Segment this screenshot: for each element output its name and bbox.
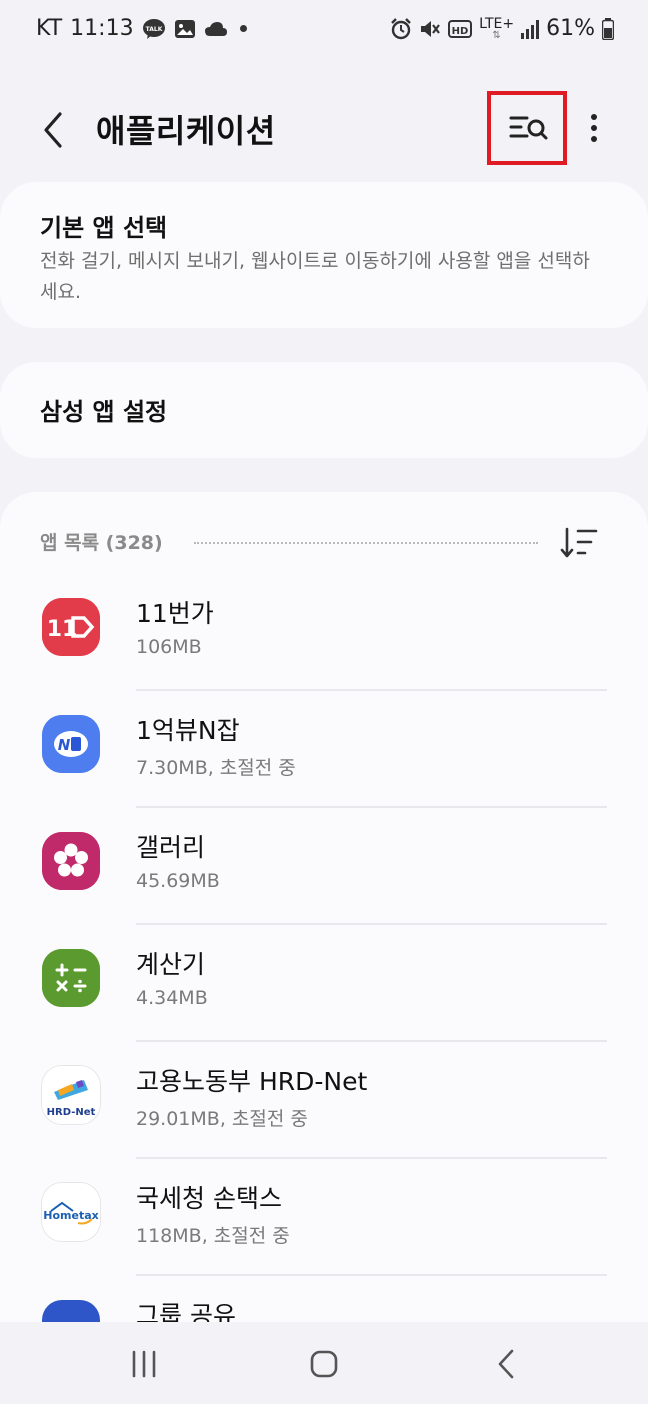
app-name: 계산기 [136,950,206,979]
hometax-icon: Hometax [42,1183,100,1241]
samsung-app-settings-card[interactable]: 삼성 앱 설정 [0,362,648,458]
app-size: 4.34MB [136,987,208,1009]
battery-icon [602,17,614,40]
one-billion-view-icon: N [42,715,100,773]
app-name: 1억뷰N잡 [136,716,240,745]
svg-text:HRD-Net: HRD-Net [47,1107,96,1118]
app-size: 106MB [136,636,202,658]
app-list-header: 앱 목록 (328) [40,532,163,554]
svg-text:HD: HD [452,26,469,37]
app-name: 11번가 [136,599,214,628]
navigation-bar [0,1322,648,1404]
gallery-notification-icon [174,19,196,39]
svg-text:TALK: TALK [145,26,162,33]
hrd-net-icon: HRD-Net [42,1066,100,1124]
more-options-button[interactable] [580,108,608,148]
group-share-icon [42,1300,100,1322]
app-row-gallery[interactable]: 갤러리 45.69MB [0,808,648,925]
home-button[interactable] [304,1344,344,1384]
gallery-flower-icon [42,832,100,890]
calculator-icon [42,949,100,1007]
lte-plus-icon: LTE+ ⇅ [479,15,515,41]
app-list-card: 앱 목록 (328) 11 11번가 106MB N 1억뷰N잡 7.30MB,… [0,492,648,1322]
app-row-hometax[interactable]: Hometax 국세청 손택스 118MB, 초절전 중 [0,1159,648,1276]
chevron-left-icon [44,112,62,148]
alarm-icon [390,17,412,40]
hd-voice-icon: HD [448,19,473,39]
more-vertical-icon [591,114,597,142]
app-row-11st[interactable]: 11 11번가 106MB [0,574,648,691]
app-bar: 애플리케이션 [0,84,648,174]
kakaotalk-notification-icon: TALK [142,18,166,40]
nav-back-button[interactable] [486,1344,526,1384]
status-bar: KT 11:13 TALK HD LTE+ ⇅ 61% [0,0,648,62]
more-notifications-dot [239,25,247,32]
eleven-street-icon: 11 [42,598,100,656]
app-row-hrd-net[interactable]: HRD-Net 고용노동부 HRD-Net 29.01MB, 초절전 중 [0,1042,648,1159]
app-size: 118MB, 초절전 중 [136,1225,290,1247]
cloud-notification-icon [204,21,228,37]
home-icon [310,1350,338,1378]
default-apps-card[interactable]: 기본 앱 선택 전화 걸기, 메시지 보내기, 웹사이트로 이동하기에 사용할 … [0,182,648,328]
app-name: 국세청 손택스 [136,1184,282,1213]
data-arrows-icon: ⇅ [492,29,501,41]
app-row-1view-njob[interactable]: N 1억뷰N잡 7.30MB, 초절전 중 [0,691,648,808]
page-title: 애플리케이션 [96,112,276,150]
signal-strength-icon [521,19,540,39]
sort-icon [560,527,598,558]
mute-icon [419,18,441,40]
clock: 11:13 [70,16,134,41]
app-size: 45.69MB [136,870,220,892]
header-dotted-divider [194,542,538,544]
list-search-icon [509,116,548,140]
battery-percent: 61% [546,16,595,41]
app-size: 29.01MB, 초절전 중 [136,1108,308,1130]
search-filter-button[interactable] [507,110,551,146]
recent-apps-icon [132,1350,156,1378]
app-name: 갤러리 [136,833,206,862]
app-row-group-share[interactable]: 그룹 공유 [0,1276,648,1322]
app-row-calculator[interactable]: 계산기 4.34MB [0,925,648,1042]
app-name: 그룹 공유 [136,1301,236,1322]
back-button[interactable] [36,108,72,152]
app-size: 7.30MB, 초절전 중 [136,757,296,779]
recent-apps-button[interactable] [124,1344,164,1384]
carrier-label: KT [36,16,63,41]
svg-text:N: N [58,736,71,754]
nav-back-icon [498,1349,514,1379]
app-name: 고용노동부 HRD-Net [136,1067,368,1096]
sort-button[interactable] [560,526,600,560]
default-apps-title: 기본 앱 선택 [40,214,168,242]
default-apps-subtitle: 전화 걸기, 메시지 보내기, 웹사이트로 이동하기에 사용할 앱을 선택하세요… [40,250,590,303]
samsung-app-settings-title: 삼성 앱 설정 [40,398,168,426]
